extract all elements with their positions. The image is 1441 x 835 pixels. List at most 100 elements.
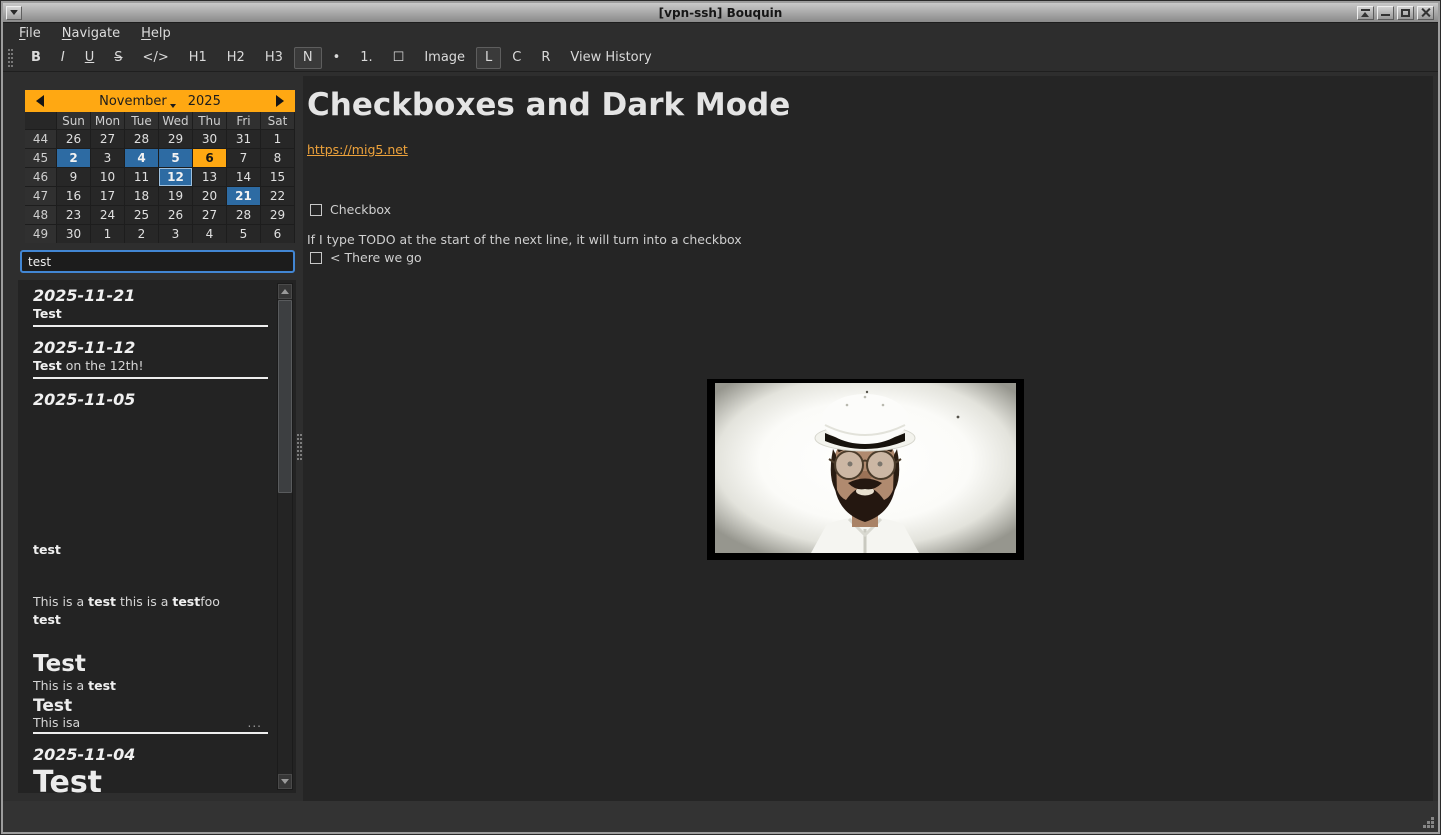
note-link[interactable]: https://mig5.net (307, 142, 408, 157)
calendar-day[interactable]: 15 (261, 168, 294, 186)
calendar-day[interactable]: 23 (57, 206, 90, 224)
calendar-day[interactable]: 29 (159, 130, 192, 148)
view-history-button[interactable]: View History (561, 47, 660, 69)
pane-splitter[interactable] (296, 76, 303, 801)
numbered-list-button[interactable]: 1. (351, 47, 381, 69)
calendar-day[interactable]: 2 (57, 149, 90, 167)
menu-navigate[interactable]: Navigate (56, 24, 126, 43)
result-date-heading: 2025-11-21 (33, 287, 262, 304)
close-button[interactable] (1417, 6, 1434, 20)
calendar-day[interactable]: 27 (193, 206, 226, 224)
calendar-day[interactable]: 18 (125, 187, 158, 205)
calendar-day[interactable]: 11 (125, 168, 158, 186)
strikethrough-button[interactable]: S (105, 47, 131, 69)
calendar-day[interactable]: 14 (227, 168, 260, 186)
calendar-day[interactable]: 29 (261, 206, 294, 224)
maximize-button[interactable] (1397, 6, 1414, 20)
calendar-day[interactable]: 5 (227, 225, 260, 243)
note-paragraph: If I type TODO at the start of the next … (307, 233, 1423, 247)
result-heading: Test (33, 697, 262, 716)
calendar-day[interactable]: 28 (125, 130, 158, 148)
menu-file[interactable]: File (13, 24, 47, 43)
search-input[interactable] (20, 250, 295, 273)
calendar-day[interactable]: 3 (159, 225, 192, 243)
calendar-day[interactable]: 10 (91, 168, 124, 186)
shade-button[interactable] (1357, 6, 1374, 20)
week-number: 47 (25, 187, 56, 205)
minimize-icon (1381, 14, 1390, 16)
calendar-day[interactable]: 8 (261, 149, 294, 167)
checkbox-list-button[interactable]: ☐ (384, 47, 414, 69)
align-left-button[interactable]: L (476, 47, 501, 69)
calendar-day[interactable]: 1 (261, 130, 294, 148)
calendar-day[interactable]: 4 (125, 149, 158, 167)
underline-button[interactable]: U (76, 47, 104, 69)
calendar-day[interactable]: 2 (125, 225, 158, 243)
toolbar-drag-handle-icon[interactable] (8, 49, 13, 67)
bullet-list-button[interactable]: • (324, 47, 350, 69)
scroll-down-button[interactable] (278, 774, 292, 789)
minimize-button[interactable] (1377, 6, 1394, 20)
search-results-list[interactable]: 2025-11-21Test2025-11-12Test on the 12th… (18, 280, 296, 793)
calendar-day[interactable]: 22 (261, 187, 294, 205)
calendar-next-month-icon[interactable] (276, 95, 284, 107)
align-right-button[interactable]: R (532, 47, 559, 69)
align-center-button[interactable]: C (503, 47, 530, 69)
calendar-widget: November 2025 SunMonTueWedThuFriSat44262… (25, 90, 295, 243)
calendar-day[interactable]: 30 (57, 225, 90, 243)
todo-row-1[interactable]: Checkbox (310, 203, 1423, 217)
italic-button[interactable]: I (52, 47, 74, 69)
scroll-up-button[interactable] (278, 284, 292, 299)
calendar-day[interactable]: 24 (91, 206, 124, 224)
note-editor[interactable]: Checkboxes and Dark Mode https://mig5.ne… (303, 76, 1433, 801)
calendar-day[interactable]: 26 (57, 130, 90, 148)
calendar-day[interactable]: 9 (57, 168, 90, 186)
results-scrollbar[interactable] (277, 283, 293, 790)
calendar-prev-month-icon[interactable] (36, 95, 44, 107)
calendar-header: November 2025 (25, 90, 295, 112)
calendar-day[interactable]: 28 (227, 206, 260, 224)
splitter-handle-icon[interactable] (297, 434, 302, 460)
resize-grip-icon[interactable] (1423, 817, 1435, 829)
calendar-day[interactable]: 5 (159, 149, 192, 167)
heading2-button[interactable]: H2 (218, 47, 254, 69)
checkbox-unchecked-icon[interactable] (310, 252, 322, 264)
titlebar[interactable]: [vpn-ssh] Bouquin (3, 3, 1438, 22)
calendar-day[interactable]: 27 (91, 130, 124, 148)
code-button[interactable]: </> (134, 47, 178, 69)
calendar-day[interactable]: 16 (57, 187, 90, 205)
calendar-day[interactable]: 7 (227, 149, 260, 167)
image-button[interactable]: Image (415, 47, 474, 69)
calendar-day[interactable]: 30 (193, 130, 226, 148)
calendar-day[interactable]: 21 (227, 187, 260, 205)
calendar-day[interactable]: 13 (193, 168, 226, 186)
todo-row-2[interactable]: < There we go (310, 251, 1423, 265)
menu-help[interactable]: Help (135, 24, 177, 43)
calendar-day[interactable]: 20 (193, 187, 226, 205)
heading1-button[interactable]: H1 (180, 47, 216, 69)
heading3-button[interactable]: H3 (256, 47, 292, 69)
calendar-day[interactable]: 6 (261, 225, 294, 243)
result-date-heading: 2025-11-04 (33, 746, 262, 763)
calendar-day-header: Thu (193, 112, 226, 129)
normal-text-button[interactable]: N (294, 47, 322, 69)
calendar-day[interactable]: 12 (159, 168, 192, 186)
calendar-day[interactable]: 4 (193, 225, 226, 243)
calendar-day[interactable]: 3 (91, 149, 124, 167)
scrollbar-track[interactable] (278, 299, 292, 774)
calendar-day[interactable]: 31 (227, 130, 260, 148)
calendar-day[interactable]: 26 (159, 206, 192, 224)
calendar-day[interactable]: 6 (193, 149, 226, 167)
calendar-day[interactable]: 1 (91, 225, 124, 243)
checkbox-unchecked-icon[interactable] (310, 204, 322, 216)
calendar-day[interactable]: 25 (125, 206, 158, 224)
result-heading: Test (33, 651, 262, 677)
scrollbar-thumb[interactable] (278, 300, 292, 493)
calendar-month-dropdown[interactable]: November (99, 94, 176, 109)
calendar-day[interactable]: 19 (159, 187, 192, 205)
result-date-heading: 2025-11-12 (33, 339, 262, 356)
window-menu-button[interactable] (6, 6, 22, 20)
calendar-day[interactable]: 17 (91, 187, 124, 205)
bold-button[interactable]: B (22, 47, 50, 69)
calendar-year-dropdown[interactable]: 2025 (188, 94, 221, 109)
